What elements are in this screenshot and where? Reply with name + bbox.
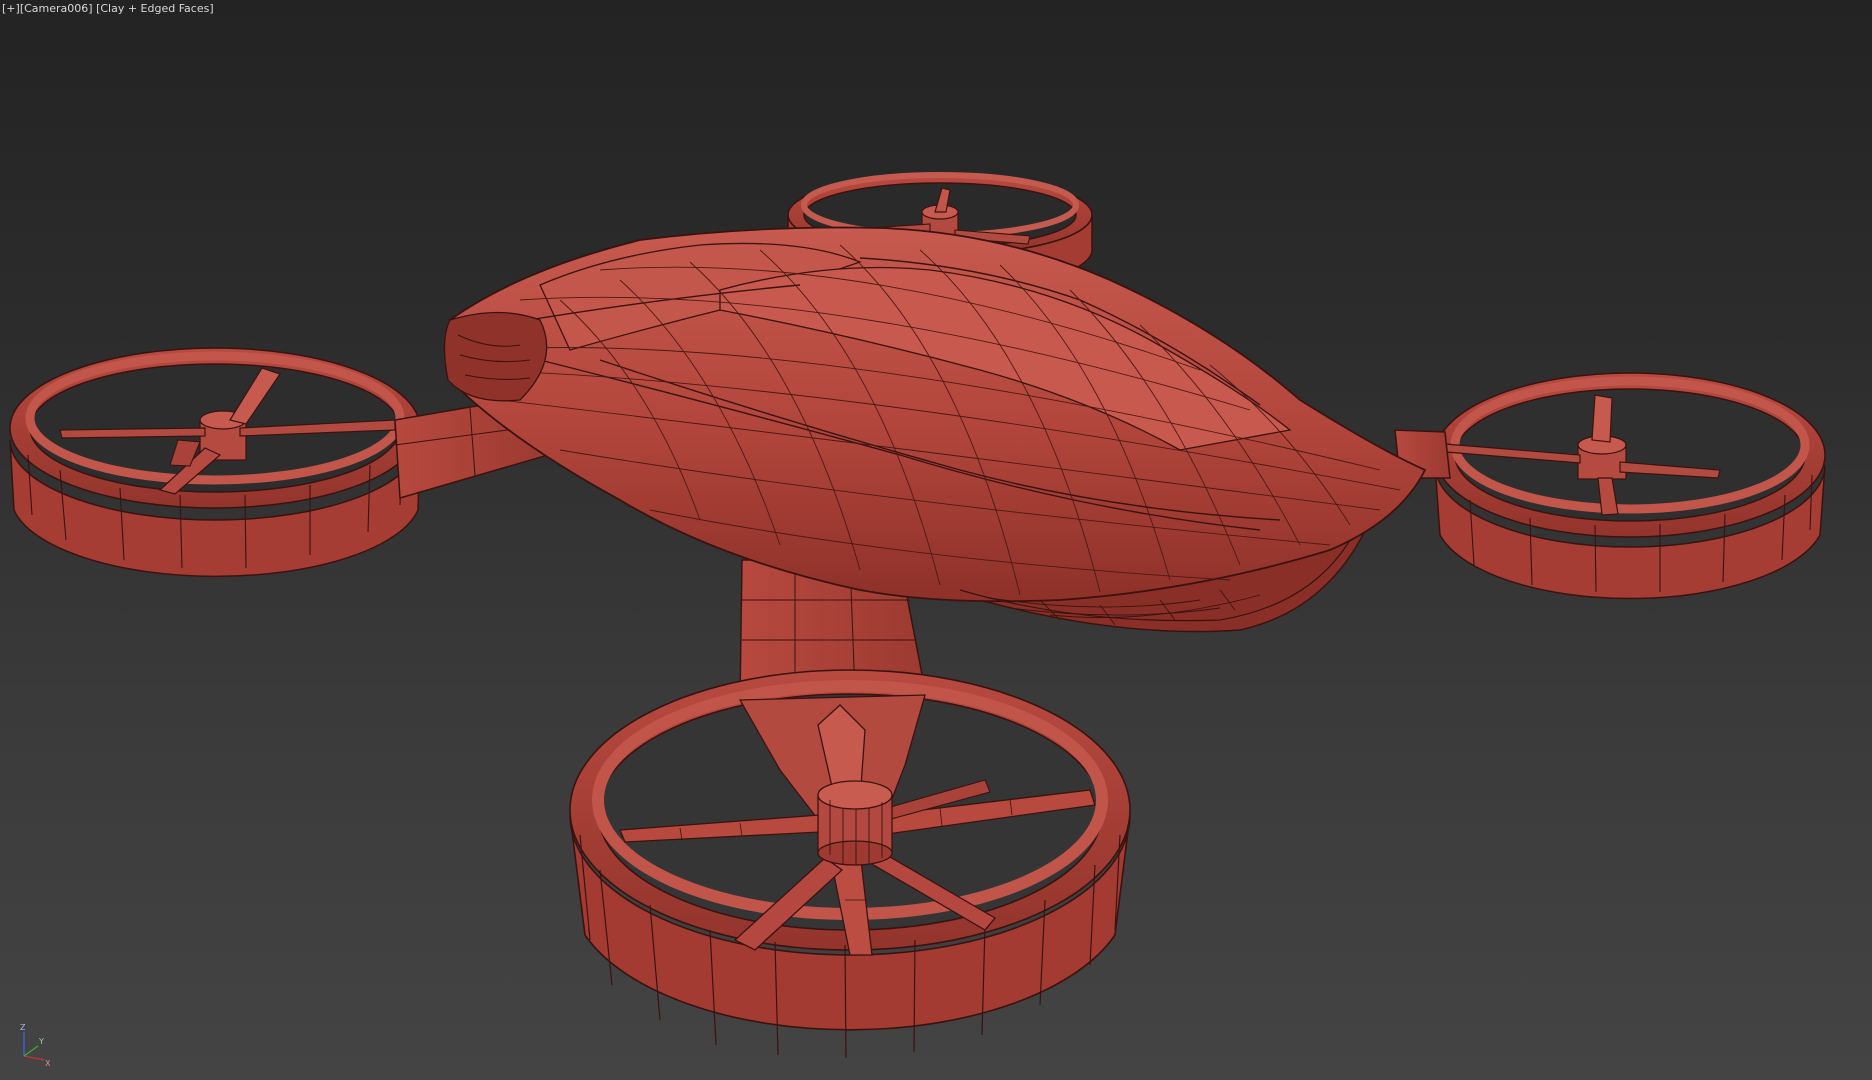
- z-axis-label: Z: [20, 1024, 26, 1032]
- x-axis-label: X: [45, 1059, 51, 1068]
- rotor-ring-right[interactable]: [1434, 372, 1826, 600]
- fuselage[interactable]: [443, 226, 1427, 633]
- 3d-viewport[interactable]: [+][Camera006] [Clay + Edged Faces] Z X …: [0, 0, 1872, 1080]
- axis-gizmo: Z X Y: [20, 1024, 51, 1068]
- x-axis-line: [23, 1055, 45, 1061]
- rotor-ring-left[interactable]: [9, 347, 421, 578]
- drone-model[interactable]: [0, 0, 1872, 1080]
- y-axis-label: Y: [38, 1037, 44, 1046]
- y-axis-line: [23, 1045, 39, 1057]
